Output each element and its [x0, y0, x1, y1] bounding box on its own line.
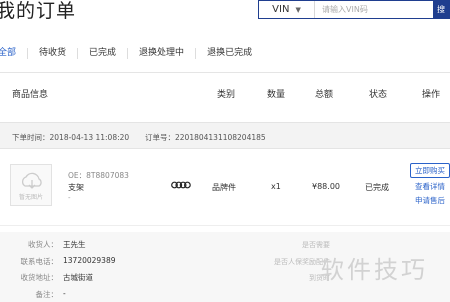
divider [0, 72, 450, 73]
tab-return-completed[interactable]: 退换已完成 [195, 48, 263, 59]
order-time: 下单时间：2018-04-13 11:08:20 [12, 132, 129, 143]
tab-all[interactable]: 全部 [0, 48, 27, 59]
order-id-label: 订单号： [145, 133, 175, 142]
order-id-value: 2201804131108204185 [175, 133, 266, 142]
order-time-value: 2018-04-13 11:08:20 [49, 133, 130, 142]
recipient-value: 王先生 [63, 240, 86, 249]
chevron-down-icon: ▼ [295, 5, 301, 14]
phone-label: 联系电话： [20, 257, 59, 266]
audi-logo-icon [171, 181, 191, 189]
order-id: 订单号：2201804131108204185 [145, 132, 266, 143]
column-header-actions: 操作 [422, 90, 441, 100]
phone-value: 13720029389 [63, 256, 116, 265]
order-actions: 立即购买 查看详情 申请售后 [410, 163, 450, 206]
product-name[interactable]: 支架 [68, 182, 84, 193]
delivery-row-remark: 备注： - [0, 289, 200, 302]
after-sales-link[interactable]: 申请售后 [410, 195, 450, 206]
recipient-label: 收货人： [28, 240, 58, 249]
delivery-row-recipient: 收货人： 王先生 [0, 239, 200, 252]
order-header: 下单时间：2018-04-13 11:08:20 订单号：22018041311… [0, 122, 450, 149]
vin-search-input[interactable] [315, 1, 433, 18]
order-tabs: 全部 待收货 已完成 退换处理中 退换已完成 [0, 48, 263, 59]
order-item-row: 暂无图片 OE：8T8807083 支架 - 品牌件 x1 ¥88.00 已完成… [0, 149, 450, 221]
remark-value: - [63, 289, 66, 298]
product-extra: - [68, 194, 71, 202]
vin-search-bar: VIN ▼ 搜 [258, 0, 450, 19]
divider [0, 225, 450, 226]
product-thumbnail[interactable]: 暂无图片 [10, 164, 52, 206]
order-time-label: 下单时间： [12, 133, 50, 142]
buy-now-button[interactable]: 立即购买 [410, 163, 450, 178]
no-image-icon [21, 172, 42, 189]
address-label: 收货地址： [20, 273, 59, 282]
product-category: 品牌件 [212, 183, 236, 192]
page-title: 我的订单 [0, 0, 77, 22]
status-badge: 已完成 [365, 183, 389, 192]
table-header: 商品信息 类别 数量 总额 状态 操作 [0, 80, 450, 104]
remark-label: 备注： [35, 290, 59, 299]
tab-pending-receipt[interactable]: 待收货 [27, 48, 77, 59]
view-details-link[interactable]: 查看详情 [410, 181, 450, 192]
product-total: ¥88.00 [312, 182, 340, 191]
search-button[interactable]: 搜 [433, 1, 449, 18]
oe-number: OE：8T8807083 [68, 170, 129, 181]
column-header-product: 商品信息 [12, 90, 49, 100]
column-header-quantity: 数量 [267, 90, 286, 100]
watermark: 软件技巧 [320, 256, 428, 284]
column-header-category: 类别 [217, 90, 236, 100]
no-image-label: 暂无图片 [18, 194, 43, 201]
search-type-value: VIN [272, 4, 290, 15]
search-type-select[interactable]: VIN ▼ [259, 1, 315, 18]
tab-return-processing[interactable]: 退换处理中 [127, 48, 195, 59]
product-quantity: x1 [271, 182, 281, 191]
oe-label: OE： [68, 171, 87, 180]
oe-value: 8T8807083 [86, 171, 129, 180]
delivery-row-address: 收货地址： 古城街道 [0, 272, 200, 285]
tab-completed[interactable]: 已完成 [77, 48, 127, 59]
need-invoice-label: 是否需要 [302, 241, 330, 249]
column-header-total: 总额 [315, 90, 334, 100]
column-header-status: 状态 [369, 90, 388, 100]
address-value: 古城街道 [63, 273, 93, 282]
delivery-row-phone: 联系电话： 13720029389 [0, 256, 200, 269]
